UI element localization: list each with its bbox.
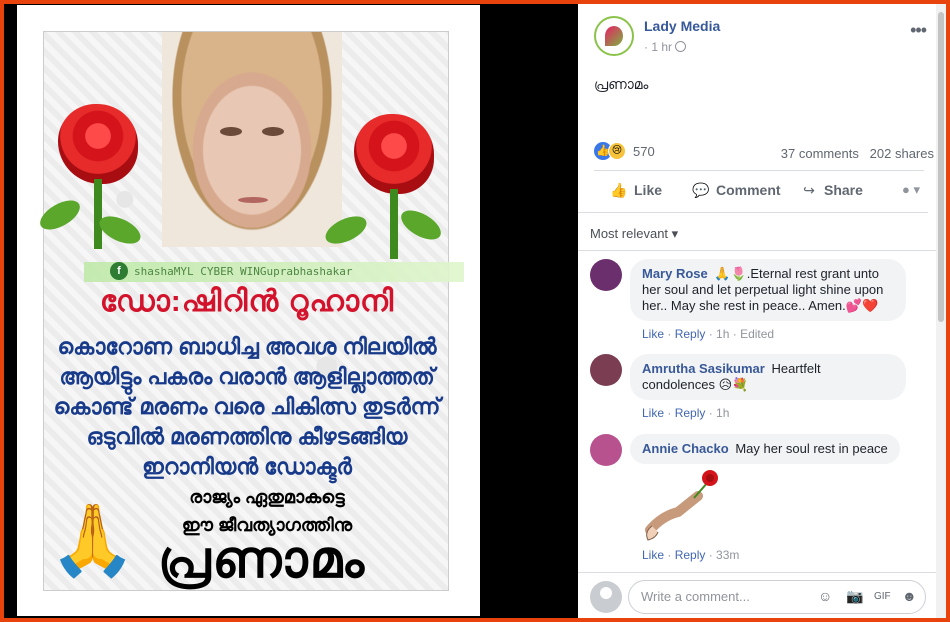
portrait-photo xyxy=(162,32,342,247)
emoji-icon[interactable]: ☺ xyxy=(818,588,832,604)
comment-sort-dropdown[interactable]: Most relevant ▾ xyxy=(590,226,678,242)
comment-icon: 💬 xyxy=(692,182,710,198)
watermark-text: shashaMYL CYBER WINGuprabhashakar xyxy=(134,265,353,278)
sad-reaction-icon[interactable]: 😢 xyxy=(608,142,626,160)
thumbs-up-icon: 👍 xyxy=(610,182,628,198)
commenter-name[interactable]: Mary Rose xyxy=(642,266,708,281)
comment-bubble: Amrutha Sasikumar Heartfelt condolences … xyxy=(630,354,906,400)
comment-edited[interactable]: Edited xyxy=(740,327,774,341)
comment-like-link[interactable]: Like xyxy=(642,406,664,420)
photo-viewer: shashaMYL CYBER WINGuprabhashakar f ഡോ:ഷ… xyxy=(4,4,578,618)
comment-time[interactable]: 1h xyxy=(716,327,729,341)
eye-left xyxy=(220,127,242,136)
commenter-name[interactable]: Annie Chacko xyxy=(642,441,729,456)
divider xyxy=(594,170,924,171)
comment-reply-link[interactable]: Reply xyxy=(675,548,706,562)
comment-meta: Like · Reply · 1h · Edited xyxy=(642,327,775,341)
comment-reply-link[interactable]: Reply xyxy=(675,327,706,341)
poster-body: കൊറോണ ബാധിച്ച അവശ നിലയിൽ ആയിട്ടും പകരം വ… xyxy=(53,334,441,479)
divider xyxy=(578,250,936,251)
poster-big-word: പ്രണാമം xyxy=(157,531,367,589)
comment-composer: Write a comment... ☺ 📷 GIF ☻ xyxy=(578,572,936,618)
post-panel: Lady Media · 1 hr ••• പ്രണാമം 👍 😢 570 37… xyxy=(578,4,946,618)
comment-like-link[interactable]: Like xyxy=(642,327,664,341)
eye-right xyxy=(262,127,284,136)
comment-button[interactable]: 💬 Comment xyxy=(692,182,780,199)
comment-item: Mary Rose 🙏🌷.Eternal rest grant unto her… xyxy=(590,259,930,341)
comment-bubble: Mary Rose 🙏🌷.Eternal rest grant unto her… xyxy=(630,259,906,321)
comment-like-link[interactable]: Like xyxy=(642,548,664,562)
post-timestamp[interactable]: · 1 hr xyxy=(644,40,687,54)
comments-count-link[interactable]: 37 comments xyxy=(781,146,859,161)
rose-hand-sticker xyxy=(642,468,722,548)
facebook-icon: f xyxy=(110,262,128,280)
comment-item: Amrutha Sasikumar Heartfelt condolences … xyxy=(590,354,930,420)
reactions-bar: 👍 😢 570 37 comments 202 shares xyxy=(594,140,934,161)
rose-left-icon xyxy=(35,104,145,250)
commenter-avatar[interactable] xyxy=(590,434,622,466)
engagement-counts: 37 comments 202 shares xyxy=(781,146,934,161)
post-actions: 👍 Like 💬 Comment ↪ Share ● ▾ xyxy=(594,174,924,212)
share-icon: ↪ xyxy=(803,182,815,198)
watermark-banner: shashaMYL CYBER WINGuprabhashakar xyxy=(84,262,464,282)
page-avatar[interactable] xyxy=(594,16,634,56)
rose-right-icon xyxy=(321,114,446,259)
comment-bubble: Annie Chacko May her soul rest in peace xyxy=(630,434,900,464)
comment-text: May her soul rest in peace xyxy=(735,441,888,456)
comment-time[interactable]: 33m xyxy=(716,548,739,562)
commenter-avatar[interactable] xyxy=(590,354,622,386)
gif-icon[interactable]: GIF xyxy=(874,591,891,602)
screenshot-frame: shashaMYL CYBER WINGuprabhashakar f ഡോ:ഷ… xyxy=(4,4,946,618)
like-button[interactable]: 👍 Like xyxy=(610,182,662,199)
comment-time[interactable]: 1h xyxy=(716,406,729,420)
page-name-link[interactable]: Lady Media xyxy=(644,18,720,34)
commenter-name[interactable]: Amrutha Sasikumar xyxy=(642,361,765,376)
comment-meta: Like · Reply · 33m xyxy=(642,548,740,562)
post-header: Lady Media · 1 hr ••• xyxy=(594,16,934,60)
mouth xyxy=(238,197,268,203)
poster-title: ഡോ:ഷിറിൻ റൂഹാനി xyxy=(99,285,395,318)
more-options-icon[interactable]: ••• xyxy=(910,20,927,41)
post-text: പ്രണാമം xyxy=(594,76,649,92)
post-image[interactable]: shashaMYL CYBER WINGuprabhashakar f ഡോ:ഷ… xyxy=(17,5,480,616)
share-button[interactable]: ↪ Share xyxy=(800,182,863,199)
sticker-icon[interactable]: ☻ xyxy=(902,588,917,604)
current-user-avatar[interactable] xyxy=(590,581,622,613)
chevron-down-icon: ▾ xyxy=(913,182,920,197)
scrollbar[interactable] xyxy=(936,4,946,618)
commenter-avatar[interactable] xyxy=(590,259,622,291)
scrollbar-thumb[interactable] xyxy=(938,12,944,322)
audience-selector[interactable]: ● ▾ xyxy=(902,182,920,198)
camera-icon[interactable]: 📷 xyxy=(846,588,863,605)
comment-meta: Like · Reply · 1h xyxy=(642,406,730,420)
shares-count-link[interactable]: 202 shares xyxy=(870,146,934,161)
comment-reply-link[interactable]: Reply xyxy=(675,406,706,420)
globe-icon xyxy=(675,41,687,52)
divider xyxy=(578,212,928,213)
user-silhouette-icon: ● xyxy=(901,182,910,197)
comment-item: Annie Chacko May her soul rest in peace … xyxy=(590,434,930,564)
reaction-count[interactable]: 570 xyxy=(633,144,655,159)
